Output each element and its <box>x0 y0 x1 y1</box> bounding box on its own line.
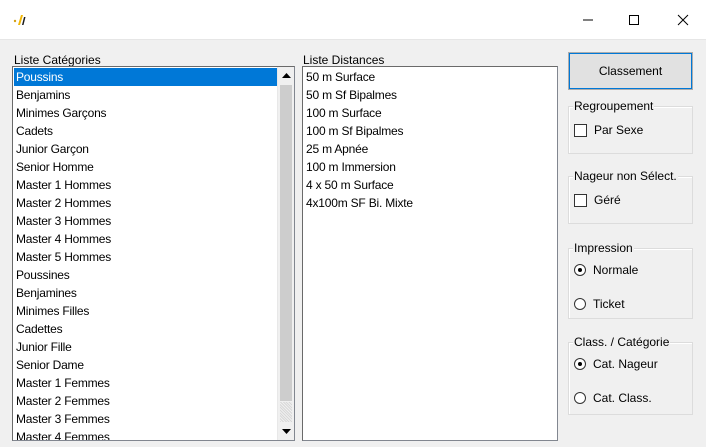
impression-group: Impression Normale Ticket <box>568 241 693 319</box>
checkbox-box[interactable] <box>574 193 587 207</box>
app-logo-icon <box>12 12 28 28</box>
category-list-item[interactable]: Master 2 Hommes <box>14 194 277 212</box>
cat-nageur-radio[interactable]: Cat. Nageur <box>574 357 658 371</box>
category-list-item[interactable]: Master 1 Hommes <box>14 176 277 194</box>
scroll-thumb[interactable] <box>280 85 292 401</box>
regroupement-title: Regroupement <box>573 99 655 113</box>
category-list-item[interactable]: Poussines <box>14 266 277 284</box>
distance-list-item[interactable]: 4 x 50 m Surface <box>304 176 554 194</box>
category-list-item[interactable]: Junior Fille <box>14 338 277 356</box>
category-list-item[interactable]: Senior Dame <box>14 356 277 374</box>
ticket-radio[interactable]: Ticket <box>574 297 625 311</box>
class-categorie-title: Class. / Catégorie <box>573 335 671 349</box>
distances-label: Liste Distances <box>303 53 385 67</box>
title-bar <box>0 0 706 40</box>
category-list-item[interactable]: Master 1 Femmes <box>14 374 277 392</box>
nageur-non-select-group: Nageur non Sélect. Géré <box>568 169 693 224</box>
radio-button[interactable] <box>574 298 586 310</box>
ticket-label: Ticket <box>593 297 625 311</box>
nageur-non-select-title: Nageur non Sélect. <box>573 169 678 183</box>
cat-class-radio[interactable]: Cat. Class. <box>574 391 652 405</box>
category-list-item[interactable]: Master 4 Femmes <box>14 428 277 440</box>
regroupement-group: Regroupement Par Sexe <box>568 99 693 154</box>
radio-button[interactable] <box>574 392 586 404</box>
maximize-icon <box>629 15 639 25</box>
category-list-item[interactable]: Poussins <box>14 68 277 86</box>
category-list-item[interactable]: Cadettes <box>14 320 277 338</box>
category-list-item[interactable]: Senior Homme <box>14 158 277 176</box>
par-sexe-checkbox[interactable]: Par Sexe <box>574 123 643 137</box>
minimize-icon <box>583 19 593 21</box>
category-list-item[interactable]: Master 3 Hommes <box>14 212 277 230</box>
par-sexe-label: Par Sexe <box>594 123 644 137</box>
gere-checkbox[interactable]: Géré <box>574 193 621 207</box>
cat-nageur-label: Cat. Nageur <box>593 357 658 371</box>
category-list-item[interactable]: Minimes Garçons <box>14 104 277 122</box>
chevron-up-icon <box>282 73 291 78</box>
scroll-up-arrow[interactable] <box>278 67 294 84</box>
scroll-track[interactable] <box>280 402 292 422</box>
categories-listbox[interactable]: Poussins Benjamins Minimes Garçons Cadets Ju… <box>12 66 295 441</box>
distance-list-item[interactable]: 100 m Sf Bipalmes <box>304 122 554 140</box>
categories-label: Liste Catégories <box>14 53 101 67</box>
category-list-item[interactable]: Master 5 Hommes <box>14 248 277 266</box>
scroll-down-arrow[interactable] <box>278 423 294 440</box>
category-list-item[interactable]: Cadets <box>14 122 277 140</box>
close-button[interactable] <box>660 0 706 40</box>
radio-button[interactable] <box>574 264 586 276</box>
distance-list-item[interactable]: 4x100m SF Bi. Mixte <box>304 194 554 212</box>
category-list-item[interactable]: Benjamins <box>14 86 277 104</box>
distance-list-item[interactable]: 50 m Surface <box>304 68 554 86</box>
maximize-button[interactable] <box>611 0 657 40</box>
classement-button[interactable]: Classement <box>568 52 693 90</box>
distance-list-item[interactable]: 50 m Sf Bipalmes <box>304 86 554 104</box>
distance-list-item[interactable]: 100 m Surface <box>304 104 554 122</box>
chevron-down-icon <box>282 429 291 434</box>
radio-button[interactable] <box>574 358 586 370</box>
normale-radio[interactable]: Normale <box>574 263 638 277</box>
categories-scrollbar[interactable] <box>277 67 294 440</box>
category-list-item[interactable]: Master 2 Femmes <box>14 392 277 410</box>
distances-listbox[interactable]: 50 m Surface 50 m Sf Bipalmes 100 m Surfac… <box>302 66 558 441</box>
category-list-item[interactable]: Benjamines <box>14 284 277 302</box>
category-list-item[interactable]: Minimes Filles <box>14 302 277 320</box>
category-list-item[interactable]: Junior Garçon <box>14 140 277 158</box>
gere-label: Géré <box>594 193 621 207</box>
impression-title: Impression <box>573 241 634 255</box>
minimize-button[interactable] <box>565 0 611 40</box>
class-categorie-group: Class. / Catégorie Cat. Nageur Cat. Clas… <box>568 335 693 415</box>
distance-list-item[interactable]: 100 m Immersion <box>304 158 554 176</box>
normale-label: Normale <box>593 263 639 277</box>
category-list-item[interactable]: Master 4 Hommes <box>14 230 277 248</box>
cat-class-label: Cat. Class. <box>593 391 652 405</box>
category-list-item[interactable]: Master 3 Femmes <box>14 410 277 428</box>
distance-list-item[interactable]: 25 m Apnée <box>304 140 554 158</box>
checkbox-box[interactable] <box>574 123 587 137</box>
close-icon <box>677 14 689 26</box>
